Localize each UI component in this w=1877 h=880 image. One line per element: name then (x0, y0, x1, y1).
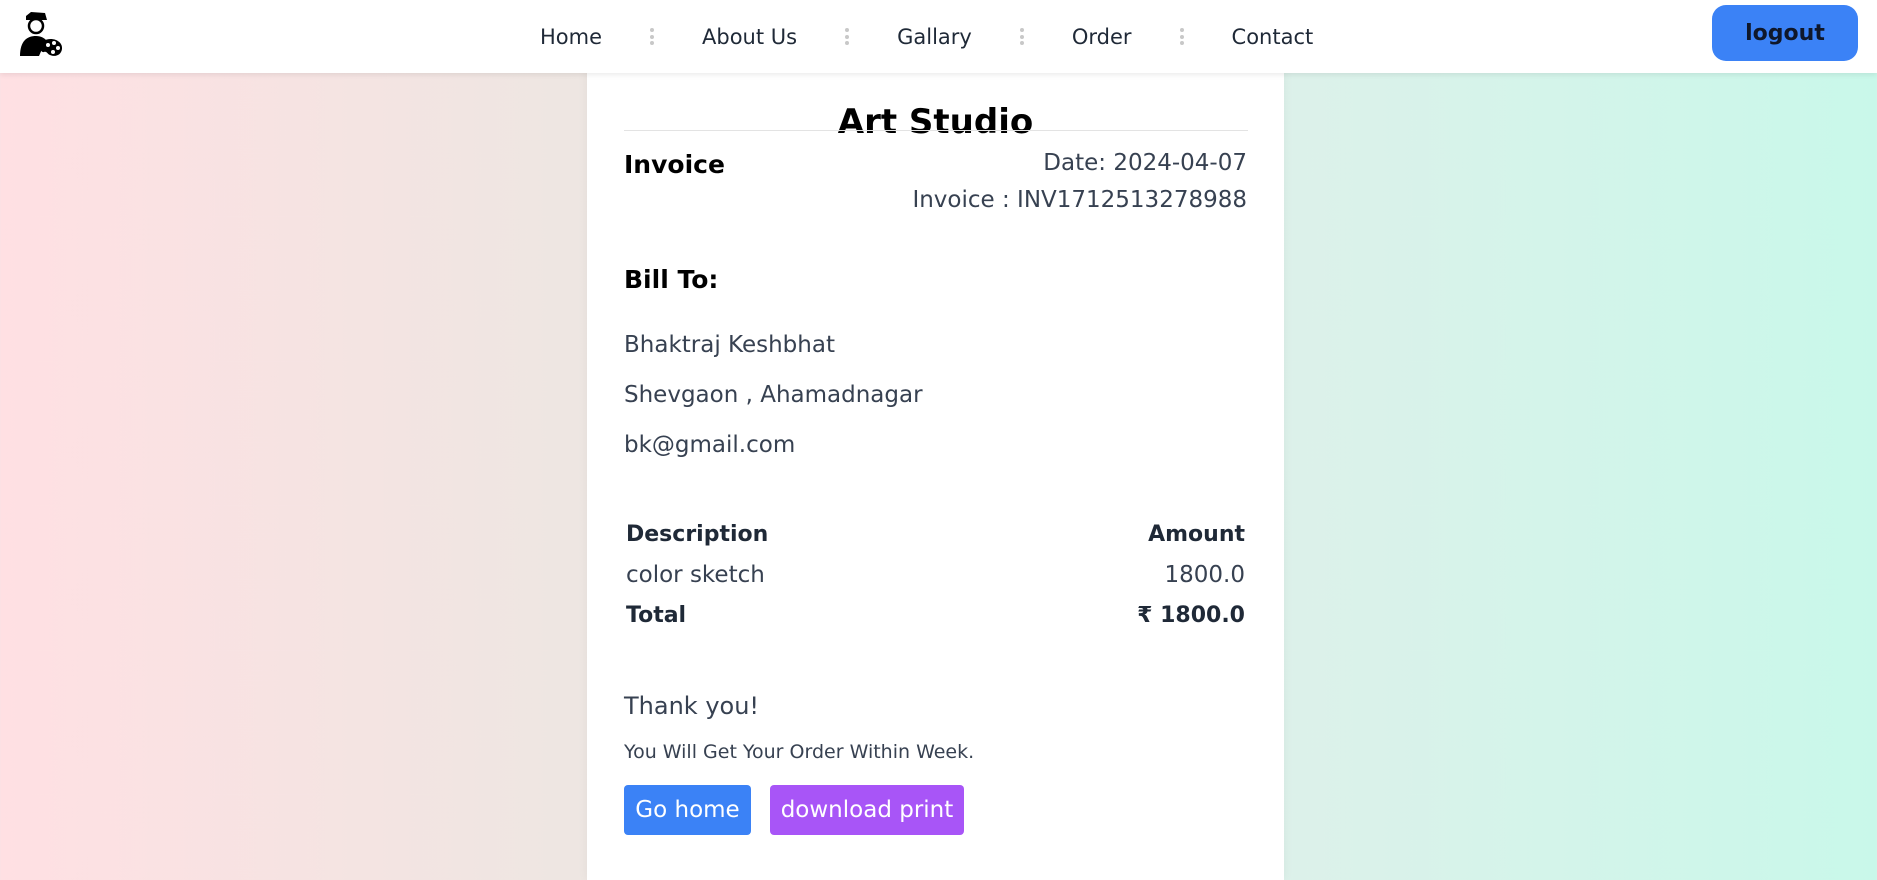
total-label: Total (626, 603, 687, 628)
invoice-heading: Invoice (624, 150, 725, 179)
logout-button[interactable]: logout (1712, 5, 1858, 61)
artist-logo-icon[interactable] (17, 11, 63, 57)
thank-you-text: Thank you! (624, 692, 760, 720)
column-header-amount: Amount (1148, 522, 1245, 547)
download-print-button[interactable]: download print (770, 785, 964, 835)
nav-link-order[interactable]: Order (1072, 25, 1132, 49)
go-home-button[interactable]: Go home (624, 785, 751, 835)
item-description: color sketch (626, 562, 765, 588)
invoice-number: Invoice : INV1712513278988 (912, 187, 1247, 213)
customer-email: bk@gmail.com (624, 432, 796, 458)
studio-title: Art Studio (837, 102, 1034, 142)
bill-to-heading: Bill To: (624, 265, 719, 294)
nav-separator (1179, 28, 1184, 45)
customer-address: Shevgaon , Ahamadnagar (624, 382, 923, 408)
customer-name: Bhaktraj Keshbhat (624, 332, 835, 358)
nav-link-about-us[interactable]: About Us (702, 25, 797, 49)
column-header-description: Description (626, 522, 769, 547)
invoice-divider (624, 130, 1248, 131)
nav-link-gallary[interactable]: Gallary (897, 25, 972, 49)
item-amount: 1800.0 (1164, 562, 1245, 588)
nav-separator (1019, 28, 1024, 45)
nav-menu: Home About Us Gallary Order Contact (540, 0, 1313, 73)
nav-separator (650, 28, 655, 45)
nav-link-home[interactable]: Home (540, 25, 602, 49)
invoice-date: Date: 2024-04-07 (1043, 150, 1247, 176)
navbar: Home About Us Gallary Order Contact logo… (0, 0, 1877, 73)
delivery-note: You Will Get Your Order Within Week. (624, 741, 975, 763)
nav-separator (845, 28, 850, 45)
nav-link-contact[interactable]: Contact (1232, 25, 1314, 49)
total-value: ₹ 1800.0 (1137, 603, 1245, 628)
